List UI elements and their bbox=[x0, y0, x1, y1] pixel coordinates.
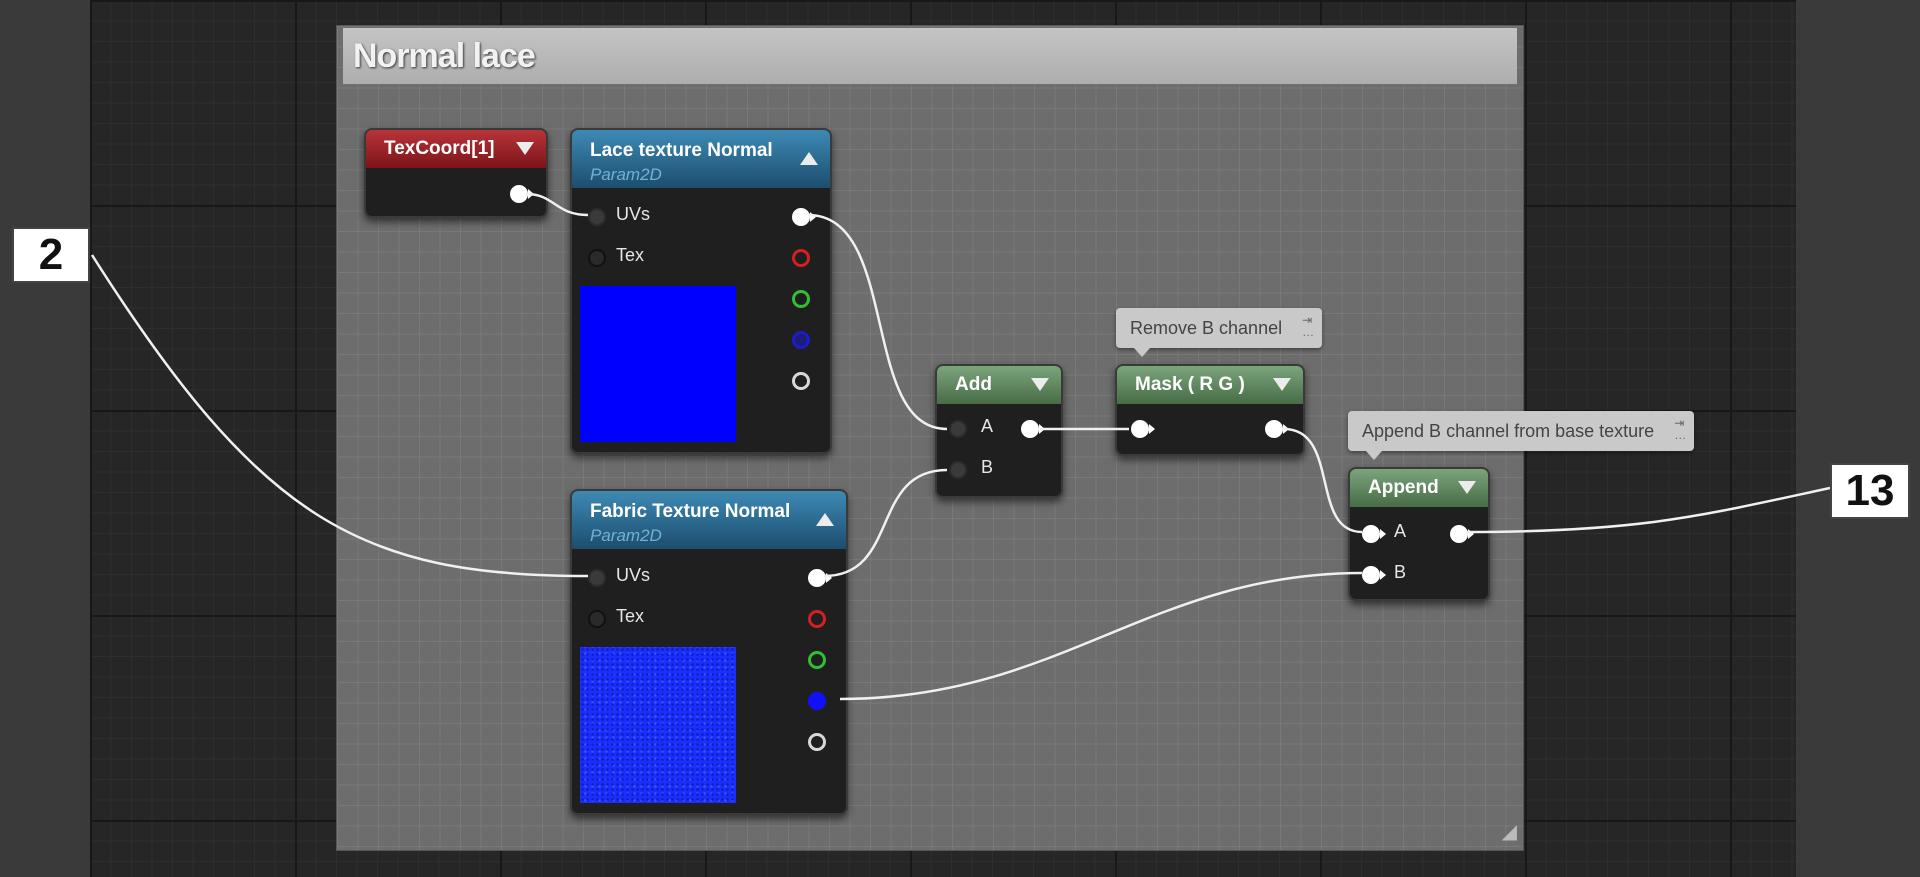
lace-texture-node-header[interactable]: Lace texture Normal Param2D bbox=[572, 130, 830, 188]
fabric-tex-label: Tex bbox=[616, 606, 645, 626]
pin-arrow-icon bbox=[1468, 529, 1474, 539]
append-a-label: A bbox=[1394, 521, 1407, 541]
fabric-texture-preview bbox=[580, 647, 736, 803]
mask-comment-bubble[interactable]: Remove B channel ⇥… bbox=[1116, 308, 1323, 357]
callout-right-text: 13 bbox=[1845, 466, 1895, 515]
lace-uvs-input-pin[interactable] bbox=[588, 208, 606, 226]
pin-arrow-icon bbox=[1380, 529, 1386, 539]
bubble-tail bbox=[1134, 348, 1150, 357]
pin-arrow-icon bbox=[1380, 570, 1386, 580]
mask-comment-text: Remove B channel bbox=[1130, 318, 1283, 338]
fabric-uvs-label: UVs bbox=[616, 565, 651, 585]
pin-arrow-icon bbox=[1283, 424, 1289, 434]
append-comment-bubble[interactable]: Append B channel from base texture ⇥… bbox=[1348, 411, 1695, 460]
pin-arrow-icon bbox=[826, 573, 832, 583]
callout-left-text: 2 bbox=[38, 230, 64, 279]
texcoord-node-title: TexCoord[1] bbox=[384, 138, 495, 159]
add-node[interactable]: Add A B bbox=[935, 364, 1063, 498]
fabric-g-output-pin[interactable] bbox=[808, 651, 826, 669]
add-b-label: B bbox=[981, 457, 994, 477]
lace-uvs-label: UVs bbox=[616, 204, 651, 224]
lace-texture-node-subtitle: Param2D bbox=[590, 165, 662, 184]
pin-arrow-icon bbox=[1149, 424, 1155, 434]
collapse-arrow-icon[interactable] bbox=[1458, 481, 1476, 494]
fabric-texture-node-title: Fabric Texture Normal bbox=[590, 501, 791, 522]
lace-tex-label: Tex bbox=[616, 245, 645, 265]
lace-tex-input-pin[interactable] bbox=[588, 249, 606, 267]
append-node[interactable]: Append A B bbox=[1348, 467, 1490, 601]
lace-a-output-pin[interactable] bbox=[792, 372, 810, 390]
add-a-label: A bbox=[981, 416, 994, 436]
append-comment-text: Append B channel from base texture bbox=[1362, 421, 1655, 441]
mask-output-pin[interactable] bbox=[1265, 420, 1283, 438]
fabric-uvs-input-pin[interactable] bbox=[588, 569, 606, 587]
comment-title[interactable]: Normal lace bbox=[343, 28, 1517, 84]
pin-arrow-icon bbox=[1039, 424, 1045, 434]
pin-comment-icon[interactable]: ⇥… bbox=[1674, 417, 1686, 441]
pin-arrow-icon bbox=[528, 189, 534, 199]
texcoord-node-header[interactable]: TexCoord[1] bbox=[366, 130, 546, 168]
fabric-texture-normal-node[interactable]: Fabric Texture Normal Param2D UVs Tex bbox=[570, 489, 848, 815]
append-node-header[interactable]: Append bbox=[1350, 469, 1488, 507]
mask-node-header[interactable]: Mask ( R G ) bbox=[1117, 366, 1303, 404]
pin-comment-icon[interactable]: ⇥… bbox=[1302, 314, 1314, 338]
texcoord-output-pin[interactable] bbox=[510, 185, 528, 203]
bubble-tail bbox=[1366, 451, 1382, 460]
append-b-input-pin[interactable] bbox=[1362, 566, 1380, 584]
lace-texture-preview bbox=[580, 286, 736, 442]
add-a-input-pin[interactable] bbox=[949, 420, 967, 438]
texcoord-node[interactable]: TexCoord[1] bbox=[364, 128, 548, 218]
fabric-rgb-output-pin[interactable] bbox=[808, 569, 826, 587]
append-output-pin[interactable] bbox=[1450, 525, 1468, 543]
callout-label-right: 13 bbox=[1830, 463, 1910, 519]
resize-grip-icon[interactable]: ◢ bbox=[1502, 819, 1517, 844]
collapse-arrow-icon[interactable] bbox=[1031, 378, 1049, 391]
fabric-a-output-pin[interactable] bbox=[808, 733, 826, 751]
add-node-header[interactable]: Add bbox=[937, 366, 1061, 404]
append-b-label: B bbox=[1394, 562, 1407, 582]
fabric-texture-node-subtitle: Param2D bbox=[590, 526, 662, 545]
fabric-b-output-pin[interactable] bbox=[808, 692, 826, 710]
fabric-r-output-pin[interactable] bbox=[808, 610, 826, 628]
lace-b-output-pin[interactable] bbox=[792, 331, 810, 349]
lace-rgb-output-pin[interactable] bbox=[792, 208, 810, 226]
lace-r-output-pin[interactable] bbox=[792, 249, 810, 267]
append-node-title: Append bbox=[1368, 477, 1439, 498]
add-output-pin[interactable] bbox=[1021, 420, 1039, 438]
collapse-arrow-icon[interactable] bbox=[1273, 378, 1291, 391]
fabric-tex-input-pin[interactable] bbox=[588, 610, 606, 628]
callout-label-left: 2 bbox=[12, 227, 90, 283]
collapse-arrow-icon[interactable] bbox=[800, 152, 818, 165]
fabric-texture-node-header[interactable]: Fabric Texture Normal Param2D bbox=[572, 491, 846, 549]
mask-node-title: Mask ( R G ) bbox=[1135, 374, 1245, 395]
lace-texture-normal-node[interactable]: Lace texture Normal Param2D UVs Tex bbox=[570, 128, 832, 454]
mask-rg-node[interactable]: Mask ( R G ) bbox=[1115, 364, 1305, 456]
pin-arrow-icon bbox=[810, 212, 816, 222]
add-node-title: Add bbox=[955, 374, 992, 395]
append-a-input-pin[interactable] bbox=[1362, 525, 1380, 543]
add-b-input-pin[interactable] bbox=[949, 461, 967, 479]
lace-texture-node-title: Lace texture Normal bbox=[590, 140, 773, 161]
collapse-arrow-icon[interactable] bbox=[816, 513, 834, 526]
mask-input-pin[interactable] bbox=[1131, 420, 1149, 438]
collapse-arrow-icon[interactable] bbox=[516, 142, 534, 155]
lace-g-output-pin[interactable] bbox=[792, 290, 810, 308]
